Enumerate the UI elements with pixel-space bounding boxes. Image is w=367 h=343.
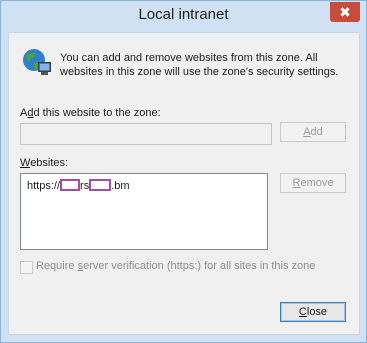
- dialog-title: Local intranet: [138, 6, 229, 23]
- add-button[interactable]: Add: [280, 122, 346, 142]
- close-icon: ✖: [339, 4, 351, 20]
- add-website-input[interactable]: [20, 123, 272, 145]
- remove-button[interactable]: Remove: [280, 173, 346, 193]
- server-verification-label[interactable]: Require server verification (https:) for…: [36, 260, 315, 272]
- globe-monitor-icon: [23, 49, 51, 75]
- server-verification-checkbox[interactable]: [20, 261, 33, 274]
- dialog-window: Local intranet ✖ You can add and remove …: [0, 0, 367, 343]
- redaction-box: [60, 179, 81, 191]
- intro-text: You can add and remove websites from thi…: [60, 52, 339, 78]
- list-item[interactable]: https://rs .bm: [27, 179, 130, 192]
- dialog-body: You can add and remove websites from thi…: [8, 32, 360, 335]
- websites-list[interactable]: https://rs .bm: [20, 173, 268, 250]
- close-button[interactable]: Close: [280, 302, 346, 322]
- websites-label: Websites:: [20, 157, 69, 169]
- close-window-button[interactable]: ✖: [330, 2, 360, 22]
- add-website-label: Add this website to the zone:: [20, 107, 161, 119]
- title-bar[interactable]: Local intranet ✖: [1, 1, 366, 31]
- redaction-box: [89, 179, 112, 191]
